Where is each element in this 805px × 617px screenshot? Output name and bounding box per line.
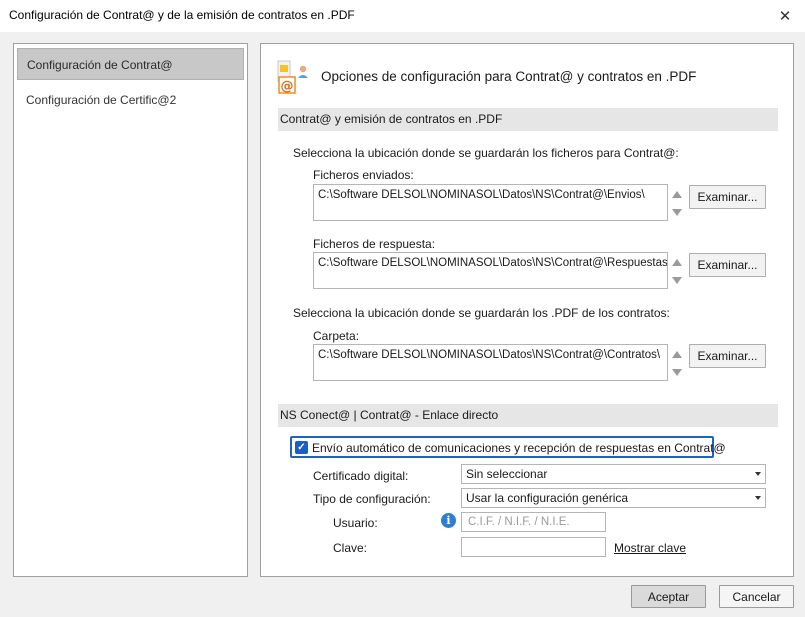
- instruction-pdf: Selecciona la ubicación donde se guardar…: [293, 306, 670, 320]
- config-type-label: Tipo de configuración:: [313, 492, 431, 506]
- user-label: Usuario:: [333, 516, 378, 530]
- show-password-link[interactable]: Mostrar clave: [614, 541, 686, 555]
- browse-folder-button[interactable]: Examinar...: [689, 344, 766, 368]
- response-files-scrollbar[interactable]: [670, 252, 684, 289]
- password-label: Clave:: [333, 541, 368, 555]
- close-icon: ✕: [778, 8, 792, 25]
- response-files-path-field[interactable]: C:\Software DELSOL\NOMINASOL\Datos\NS\Co…: [313, 252, 668, 289]
- config-type-select[interactable]: Usar la configuración genérica: [461, 488, 766, 508]
- cancel-button[interactable]: Cancelar: [719, 585, 794, 608]
- sidebar-item-label: Configuración de Contrat@: [27, 58, 173, 72]
- certificate-label: Certificado digital:: [313, 469, 409, 483]
- sidebar: Configuración de Contrat@ Configuración …: [13, 43, 248, 577]
- title-bar: Configuración de Contrat@ y de la emisió…: [0, 0, 805, 32]
- password-input[interactable]: [461, 537, 606, 557]
- scroll-down-icon[interactable]: [672, 277, 682, 284]
- sidebar-item-contrata[interactable]: Configuración de Contrat@: [17, 48, 244, 80]
- certificate-select[interactable]: Sin seleccionar: [461, 464, 766, 484]
- sidebar-item-label: Configuración de Certific@2: [26, 93, 177, 107]
- chevron-down-icon: [755, 496, 761, 500]
- sidebar-item-certifica[interactable]: Configuración de Certific@2: [17, 84, 244, 116]
- section-header-contrata: Contrat@ y emisión de contratos en .PDF: [278, 108, 778, 131]
- info-icon[interactable]: i: [441, 513, 456, 528]
- auto-send-checkbox[interactable]: ✓: [295, 441, 308, 454]
- scroll-down-icon[interactable]: [672, 209, 682, 216]
- folder-path-field[interactable]: C:\Software DELSOL\NOMINASOL\Datos\NS\Co…: [313, 344, 668, 381]
- scroll-up-icon[interactable]: [672, 351, 682, 358]
- close-button[interactable]: ✕: [765, 0, 805, 32]
- scroll-up-icon[interactable]: [672, 259, 682, 266]
- sent-files-scrollbar[interactable]: [670, 184, 684, 221]
- contract-config-icon: @: [277, 60, 308, 94]
- browse-response-button[interactable]: Examinar...: [689, 253, 766, 277]
- sent-files-path-field[interactable]: C:\Software DELSOL\NOMINASOL\Datos\NS\Co…: [313, 184, 668, 221]
- chevron-down-icon: [755, 472, 761, 476]
- browse-sent-button[interactable]: Examinar...: [689, 185, 766, 209]
- auto-send-checkbox-row[interactable]: ✓ Envío automático de comunicaciones y r…: [290, 436, 726, 458]
- instruction-files: Selecciona la ubicación donde se guardar…: [293, 146, 679, 160]
- page-title: Opciones de configuración para Contrat@ …: [321, 69, 697, 84]
- accept-button[interactable]: Aceptar: [631, 585, 706, 608]
- scroll-down-icon[interactable]: [672, 369, 682, 376]
- user-input[interactable]: C.I.F. / N.I.F. / N.I.E.: [461, 512, 606, 532]
- scroll-up-icon[interactable]: [672, 191, 682, 198]
- folder-label: Carpeta:: [313, 329, 360, 343]
- folder-scrollbar[interactable]: [670, 344, 684, 381]
- auto-send-label: Envío automático de comunicaciones y rec…: [312, 441, 726, 455]
- window-title: Configuración de Contrat@ y de la emisió…: [9, 8, 355, 22]
- section-header-conecta: NS Conect@ | Contrat@ - Enlace directo: [278, 404, 778, 427]
- main-panel: @ Opciones de configuración para Contrat…: [260, 43, 794, 577]
- config-type-value: Usar la configuración genérica: [466, 491, 629, 505]
- sent-files-label: Ficheros enviados:: [313, 168, 414, 182]
- response-files-label: Ficheros de respuesta:: [313, 237, 436, 251]
- certificate-value: Sin seleccionar: [466, 467, 548, 481]
- svg-text:@: @: [281, 79, 294, 94]
